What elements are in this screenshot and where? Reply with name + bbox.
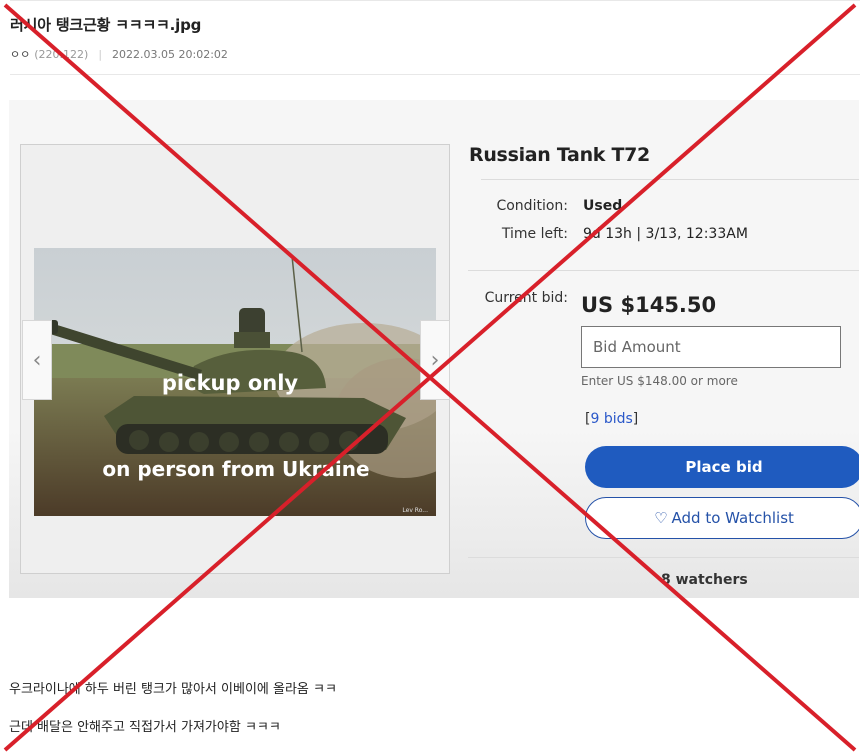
top-divider bbox=[10, 0, 860, 1]
details-divider bbox=[468, 270, 859, 271]
post-date: 2022.03.05 20:02:02 bbox=[112, 47, 228, 61]
author-nickname[interactable]: ㅇㅇ bbox=[10, 46, 30, 62]
post-body-line-1: 우크라이나에 하두 버린 탱크가 많아서 이베이에 올라옴 ㅋㅋ bbox=[9, 682, 337, 697]
tank-photo: pickup only on person from Ukraine Lev R… bbox=[34, 248, 436, 516]
post-meta: ㅇㅇ (220.122) | 2022.03.05 20:02:02 bbox=[10, 46, 855, 62]
post-image: pickup only on person from Ukraine Lev R… bbox=[9, 100, 859, 598]
listing-title: Russian Tank T72 bbox=[469, 144, 650, 166]
time-left-end: | 3/13, 12:33AM bbox=[636, 226, 748, 242]
actions-divider bbox=[468, 557, 859, 558]
photo-caption-2: on person from Ukraine bbox=[102, 457, 369, 481]
bids-count: [9 bids] bbox=[585, 411, 639, 427]
header-divider bbox=[10, 74, 860, 75]
watchlist-label: Add to Watchlist bbox=[671, 509, 794, 527]
bid-amount-input[interactable] bbox=[581, 326, 841, 368]
time-left-value: 9d 13h | 3/13, 12:33AM bbox=[583, 226, 748, 242]
time-left-label: Time left: bbox=[501, 226, 568, 242]
watchers-count: 8 watchers bbox=[661, 572, 748, 588]
condition-value: Used bbox=[583, 198, 623, 214]
post-title: 러시아 탱크근황 ㅋㅋㅋㅋ.jpg bbox=[10, 16, 202, 34]
listing-gallery: pickup only on person from Ukraine Lev R… bbox=[20, 144, 450, 574]
post-body-line-2: 근데 배달은 안해주고 직접가서 가져가야함 ㅋㅋㅋ bbox=[9, 720, 281, 735]
bid-hint: Enter US $148.00 or more bbox=[581, 374, 738, 388]
bids-link[interactable]: 9 bids bbox=[590, 411, 632, 427]
current-price: US $145.50 bbox=[581, 293, 717, 317]
meta-separator: | bbox=[98, 47, 103, 61]
condition-label: Condition: bbox=[496, 198, 568, 214]
current-bid-label: Current bid: bbox=[484, 290, 568, 306]
photo-watermark: Lev Ro... bbox=[402, 507, 428, 514]
chevron-right-icon: › bbox=[430, 347, 440, 373]
place-bid-label: Place bid bbox=[685, 458, 763, 476]
add-to-watchlist-button[interactable]: ♡ Add to Watchlist bbox=[585, 497, 859, 539]
gallery-next-button[interactable]: › bbox=[420, 320, 450, 400]
heart-icon: ♡ bbox=[654, 509, 668, 527]
photo-caption-1: pickup only bbox=[162, 371, 299, 395]
title-divider bbox=[481, 179, 859, 180]
gallery-prev-button[interactable]: ‹ bbox=[22, 320, 52, 400]
post-header: 러시아 탱크근황 ㅋㅋㅋㅋ.jpg ㅇㅇ (220.122) | 2022.03… bbox=[10, 14, 855, 62]
author-ip: (220.122) bbox=[34, 47, 89, 61]
place-bid-button[interactable]: Place bid bbox=[585, 446, 859, 488]
chevron-left-icon: ‹ bbox=[32, 347, 42, 373]
